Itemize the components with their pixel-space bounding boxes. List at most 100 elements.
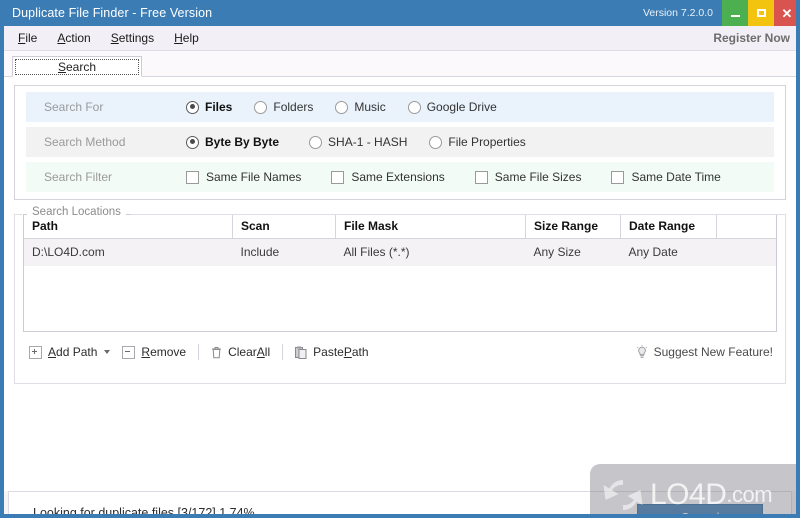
radio-byte-by-byte-mark <box>186 135 199 149</box>
search-locations-table[interactable]: Path Scan File Mask Size Range Date Rang… <box>23 214 777 332</box>
radio-file-properties[interactable]: File Properties <box>429 135 526 149</box>
clear-all-pre: Clear <box>228 345 257 359</box>
tab-strip: Search <box>4 51 796 77</box>
checkbox-same-file-sizes-mark <box>474 170 488 184</box>
register-now-link[interactable]: Register Now <box>713 31 790 45</box>
radio-files-label: Files <box>205 100 233 114</box>
menu-item-action[interactable]: Action <box>47 28 100 48</box>
radio-folders-label: Folders <box>273 100 314 114</box>
menu-item-help[interactable]: Help <box>164 28 209 48</box>
checkbox-same-file-names[interactable]: Same File Names <box>186 170 301 184</box>
table-row[interactable]: D:\LO4D.com Include All Files (*.*) Any … <box>24 238 776 266</box>
maximize-icon <box>756 9 766 17</box>
status-area: Looking for duplicate files [3/172] 1.74… <box>8 491 792 518</box>
minimize-button[interactable] <box>722 0 748 26</box>
minus-box-icon <box>122 345 136 359</box>
toolbar-separator-2 <box>282 344 284 360</box>
title-bar-right: Version 7.2.0.0 ✕ <box>642 0 796 26</box>
radio-music-mark <box>335 100 349 114</box>
radio-byte-by-byte[interactable]: Byte By Byte <box>186 135 279 149</box>
checkbox-same-date-time[interactable]: Same Date Time <box>611 170 721 184</box>
radio-file-properties-label: File Properties <box>448 135 526 149</box>
cancel-accel: C <box>680 511 690 518</box>
search-for-label: Search For <box>44 100 104 114</box>
menu-item-settings[interactable]: Settings <box>101 28 164 48</box>
radio-files-mark <box>186 100 199 114</box>
column-header-size-range[interactable]: Size Range <box>525 215 621 239</box>
add-path-label: dd Path <box>56 345 98 359</box>
plus-box-icon <box>29 345 42 359</box>
window-title: Duplicate File Finder - Free Version <box>12 6 213 20</box>
menu-help-accel: H <box>174 31 183 45</box>
column-header-file-mask[interactable]: File Mask <box>335 215 526 239</box>
radio-folders[interactable]: Folders <box>254 100 313 114</box>
menu-item-file[interactable]: File <box>8 28 47 48</box>
search-filter-label: Search Filter <box>44 170 113 184</box>
radio-file-properties-mark <box>429 135 443 149</box>
locations-table-head: Path Scan File Mask Size Range Date Rang… <box>24 215 776 239</box>
search-method-row: Search Method Byte By Byte SHA-1 - HASH … <box>26 127 774 157</box>
paste-path-accel: P <box>343 345 352 359</box>
cell-extra <box>716 238 776 266</box>
cancel-button[interactable]: Cancel <box>637 504 763 518</box>
search-options-panel: Search For Files Folders Music Google Dr… <box>14 85 786 200</box>
menu-action-rest: ction <box>65 31 91 45</box>
cell-file-mask: All Files (*.*) <box>335 238 526 266</box>
chevron-down-icon[interactable] <box>104 350 111 354</box>
checkbox-same-extensions[interactable]: Same Extensions <box>331 170 445 184</box>
column-header-scan[interactable]: Scan <box>232 215 336 239</box>
paste-path-pre: Paste <box>313 345 344 359</box>
search-method-label: Search Method <box>44 135 126 149</box>
remove-accel: R <box>141 345 151 359</box>
cell-date-range: Any Date <box>620 238 717 266</box>
radio-sha1-hash-label: SHA-1 - HASH <box>328 135 408 149</box>
close-icon: ✕ <box>781 5 793 21</box>
main-content: Search For Files Folders Music Google Dr… <box>4 77 796 491</box>
column-header-extra[interactable] <box>716 215 776 239</box>
table-header-row: Path Scan File Mask Size Range Date Rang… <box>24 215 776 239</box>
clear-all-button[interactable]: Clear All <box>205 343 276 361</box>
paste-path-button[interactable]: Paste Path <box>289 343 374 361</box>
radio-sha1-hash-mark <box>309 135 323 149</box>
locations-toolbar: Add Path Remove Clear All Paste P ath Su… <box>23 341 777 363</box>
cell-size-range: Any Size <box>525 238 621 266</box>
remove-button[interactable]: Remove <box>116 343 192 361</box>
clear-all-rest: ll <box>264 345 271 359</box>
column-header-path[interactable]: Path <box>24 215 233 239</box>
title-bar: Duplicate File Finder - Free Version Ver… <box>4 0 796 26</box>
search-locations-group: Search Locations Path Scan File Mask Siz… <box>14 206 786 384</box>
add-path-accel: A <box>48 345 57 359</box>
menu-help-rest: elp <box>182 31 199 45</box>
version-label: Version 7.2.0.0 <box>642 7 713 19</box>
checkbox-same-date-time-label: Same Date Time <box>631 170 721 184</box>
minimize-icon <box>730 14 740 17</box>
paste-path-rest: ath <box>351 345 369 359</box>
remove-label: emove <box>150 345 187 359</box>
radio-google-drive[interactable]: Google Drive <box>407 100 497 114</box>
clipboard-icon <box>295 346 307 359</box>
menu-settings-rest: ettings <box>118 31 155 45</box>
locations-table-body: D:\LO4D.com Include All Files (*.*) Any … <box>24 238 776 266</box>
checkbox-same-file-names-label: Same File Names <box>206 170 302 184</box>
radio-folders-mark <box>254 100 268 114</box>
radio-music[interactable]: Music <box>335 100 386 114</box>
clear-all-accel: A <box>256 345 265 359</box>
radio-sha1-hash[interactable]: SHA-1 - HASH <box>309 135 407 149</box>
lightbulb-icon <box>636 345 647 358</box>
checkbox-same-file-sizes[interactable]: Same File Sizes <box>474 170 581 184</box>
radio-files[interactable]: Files <box>186 100 232 114</box>
trash-icon <box>212 346 222 358</box>
suggest-new-feature-link[interactable]: Suggest New Feature! <box>636 345 777 359</box>
tab-search-accel: S <box>57 59 66 74</box>
radio-google-drive-label: Google Drive <box>426 100 497 114</box>
checkbox-same-extensions-mark <box>331 170 345 184</box>
suggest-new-feature-label: Suggest New Feature! <box>653 345 773 359</box>
column-header-date-range[interactable]: Date Range <box>620 215 717 239</box>
tab-search[interactable]: Search <box>12 56 142 77</box>
close-button[interactable]: ✕ <box>774 0 796 26</box>
checkbox-same-date-time-mark <box>611 170 625 184</box>
cell-scan: Include <box>232 238 336 266</box>
locations-table-element: Path Scan File Mask Size Range Date Rang… <box>24 215 776 266</box>
maximize-button[interactable] <box>748 0 774 26</box>
add-path-button[interactable]: Add Path <box>23 343 116 361</box>
